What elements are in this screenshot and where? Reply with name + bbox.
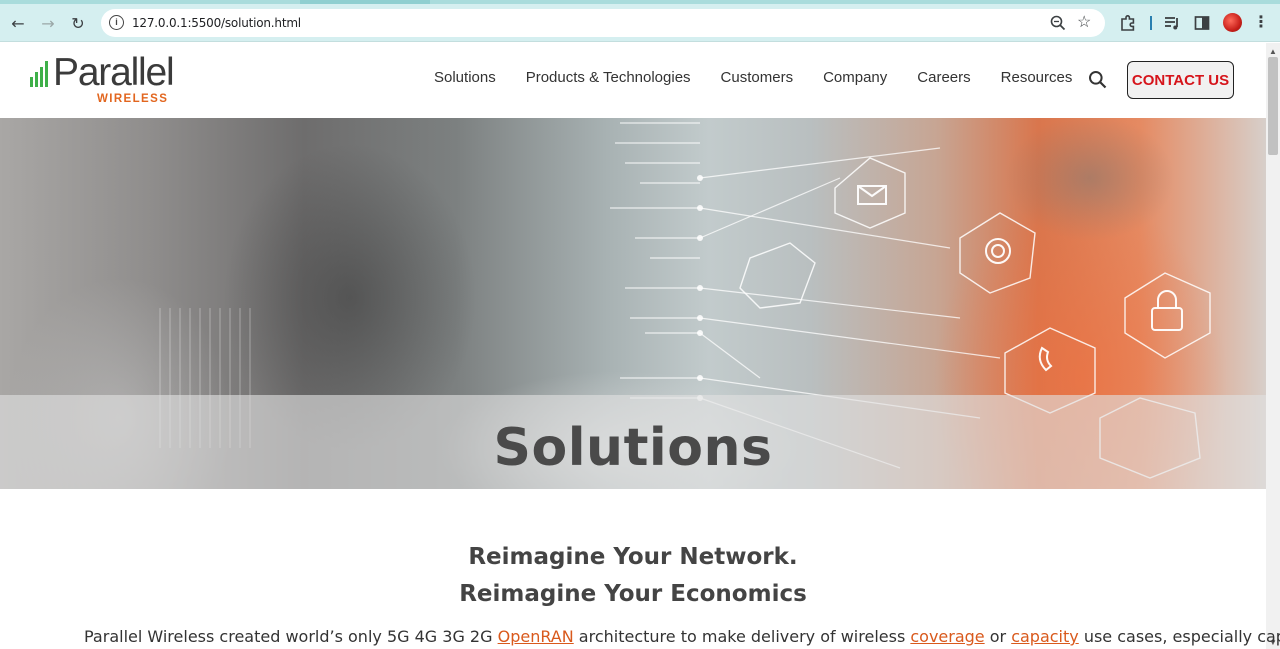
nav-company[interactable]: Company xyxy=(823,69,887,91)
intro-text-before: Parallel Wireless created world’s only 5… xyxy=(84,627,498,646)
profile-avatar[interactable] xyxy=(1223,13,1242,32)
link-capacity[interactable]: capacity xyxy=(1011,627,1079,646)
nav-customers[interactable]: Customers xyxy=(721,69,794,91)
url-text[interactable]: 127.0.0.1:5500/solution.html xyxy=(132,16,301,30)
intro-paragraph: Parallel Wireless created world’s only 5… xyxy=(84,627,1280,646)
star-icon[interactable]: ☆ xyxy=(1077,12,1091,32)
browser-toolbar: ← → ↻ i 127.0.0.1:5500/solution.html ☆ ⋮ xyxy=(0,4,1280,42)
page-scrollbar[interactable]: ▲ ▼ xyxy=(1266,43,1280,649)
intro-text-mid2: or xyxy=(984,627,1012,646)
media-queue-icon[interactable] xyxy=(1162,13,1182,33)
nav-products-technologies[interactable]: Products & Technologies xyxy=(526,69,691,91)
zoom-icon[interactable] xyxy=(1049,14,1067,32)
intro-heading-line2: Reimagine Your Economics xyxy=(459,581,807,607)
signal-bars-icon xyxy=(30,61,52,87)
nav-solutions[interactable]: Solutions xyxy=(434,69,496,91)
browser-menu-icon[interactable]: ⋮ xyxy=(1253,12,1269,31)
scroll-up-arrow-icon[interactable]: ▲ xyxy=(1269,47,1277,56)
nav-resources[interactable]: Resources xyxy=(1001,69,1073,91)
scroll-thumb[interactable] xyxy=(1268,57,1278,155)
search-icon[interactable] xyxy=(1088,70,1107,89)
nav-careers[interactable]: Careers xyxy=(917,69,970,91)
parallel-wireless-logo[interactable]: Parallel WIRELESS xyxy=(30,51,175,107)
hero-banner: Solutions xyxy=(0,118,1266,489)
reload-button[interactable]: ↻ xyxy=(66,11,90,35)
link-coverage[interactable]: coverage xyxy=(910,627,984,646)
page-title: Solutions xyxy=(493,418,773,478)
logo-subtitle: WIRELESS xyxy=(97,93,169,105)
back-button[interactable]: ← xyxy=(6,11,30,35)
side-panel-icon[interactable] xyxy=(1192,13,1212,33)
link-openran[interactable]: OpenRAN xyxy=(498,627,574,646)
intro-text-after: use cases, especially capital xyxy=(1083,627,1280,646)
toolbar-divider xyxy=(1150,16,1152,30)
puzzle-icon[interactable] xyxy=(1118,13,1138,33)
logo-name: Parallel xyxy=(53,51,175,94)
info-icon[interactable]: i xyxy=(109,15,124,30)
contact-us-button[interactable]: CONTACT US xyxy=(1127,61,1234,99)
intro-text-mid1: architecture to make delivery of wireles… xyxy=(573,627,911,646)
main-nav: Solutions Products & Technologies Custom… xyxy=(420,69,1102,91)
intro-heading-line1: Reimagine Your Network. xyxy=(468,544,798,570)
address-bar[interactable]: i 127.0.0.1:5500/solution.html ☆ xyxy=(101,9,1105,37)
site-header: Parallel WIRELESS Solutions Products & T… xyxy=(0,43,1266,118)
forward-button[interactable]: → xyxy=(36,11,60,35)
